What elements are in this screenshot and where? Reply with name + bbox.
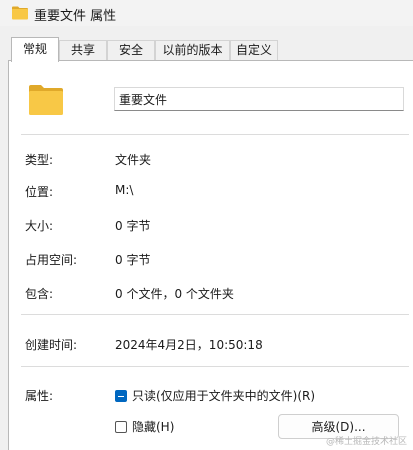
contains-label: 包含: xyxy=(25,287,54,301)
tab-previous-versions[interactable]: 以前的版本 xyxy=(155,40,230,61)
location-value: M:\ xyxy=(115,183,134,197)
divider xyxy=(21,134,409,135)
watermark: @稀土掘金技术社区 xyxy=(325,437,407,447)
hidden-label[interactable]: 隐藏(H) xyxy=(132,418,174,435)
tab-security[interactable]: 安全 xyxy=(107,40,155,61)
tab-sharing[interactable]: 共享 xyxy=(59,40,107,61)
created-label: 创建时间: xyxy=(25,338,78,352)
tab-customize[interactable]: 自定义 xyxy=(230,40,278,61)
disk-size-value: 0 字节 xyxy=(115,253,151,267)
type-value: 文件夹 xyxy=(115,153,152,167)
title-bar: 重要文件 属性 xyxy=(0,0,413,26)
contains-value: 0 个文件，0 个文件夹 xyxy=(115,287,234,301)
folder-icon xyxy=(29,83,63,118)
window-title: 重要文件 属性 xyxy=(34,9,117,24)
disk-size-label: 占用空间: xyxy=(25,253,78,267)
created-value: 2024年4月2日，10:50:18 xyxy=(115,338,263,352)
general-panel: 类型: 文件夹 位置: M:\ 大小: 0 字节 占用空间: 0 字节 包含: … xyxy=(8,60,413,450)
divider xyxy=(21,314,409,315)
readonly-label[interactable]: 只读(仅应用于文件夹中的文件)(R) xyxy=(132,387,315,404)
folder-icon xyxy=(12,6,28,23)
tab-general[interactable]: 常规 xyxy=(11,37,59,62)
size-value: 0 字节 xyxy=(115,219,151,233)
divider xyxy=(21,366,409,367)
readonly-checkbox[interactable] xyxy=(115,390,127,402)
hidden-checkbox[interactable] xyxy=(115,421,127,433)
size-label: 大小: xyxy=(25,219,54,233)
folder-name-input[interactable] xyxy=(114,87,404,111)
attributes-label: 属性: xyxy=(25,389,54,403)
tab-bar: 常规 共享 安全 以前的版本 自定义 xyxy=(0,37,413,62)
type-label: 类型: xyxy=(25,153,54,167)
location-label: 位置: xyxy=(25,185,54,199)
